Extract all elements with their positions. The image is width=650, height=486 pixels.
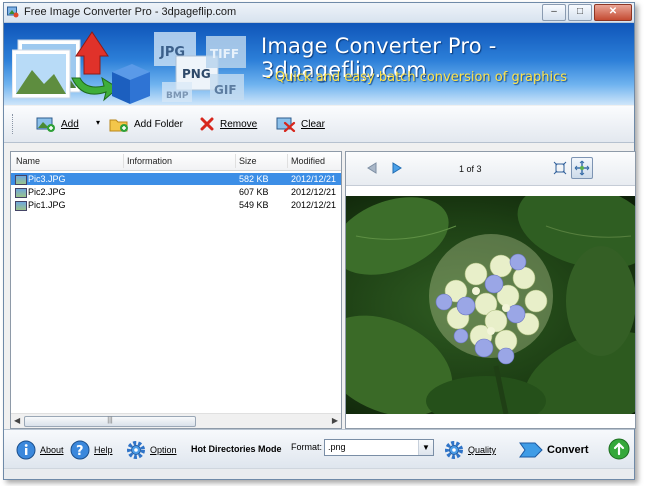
window-title: Free Image Converter Pro - 3dpageflip.co… [24,6,237,18]
hydrangea-photo [346,196,635,414]
file-row[interactable]: Pic2.JPG 607 KB 2012/12/21 [11,186,341,198]
scroll-right-arrow[interactable]: ▶ [332,416,338,425]
file-list-header: Name Information Size Modified [11,152,341,171]
clear-list-icon [276,117,296,132]
scroll-left-arrow[interactable]: ◀ [14,416,20,425]
format-label: Format: [291,442,323,452]
png-badge: PNG [182,67,211,81]
title-bar[interactable]: Free Image Converter Pro - 3dpageflip.co… [4,3,634,23]
column-modified[interactable]: Modified [291,156,325,166]
convert-label: Convert [547,444,589,456]
toolbar: Add ▾ Add Folder Remove Clear [4,106,634,143]
file-size: 582 KB [239,174,269,184]
gear-icon [127,441,145,459]
maximize-button[interactable]: □ [568,4,592,21]
next-image-icon[interactable] [391,162,403,174]
minimize-button[interactable]: – [542,4,566,21]
folder-add-icon [109,119,128,132]
file-name: Pic1.JPG [28,200,66,210]
add-folder-label: Add Folder [134,118,183,130]
file-list-panel[interactable]: Name Information Size Modified Pic3.JPG … [10,151,342,429]
quality-gear-icon [445,441,463,459]
add-folder-button[interactable]: Add Folder [109,115,183,133]
column-name[interactable]: Name [16,156,40,166]
bottom-bar: About ? Help Option Hot Directories Mode… [4,429,634,468]
clear-button[interactable]: Clear [276,115,325,133]
help-button[interactable]: ? Help [70,440,113,460]
close-button[interactable]: ✕ [594,4,632,21]
previous-image-icon[interactable] [366,162,378,174]
app-window: Free Image Converter Pro - 3dpageflip.co… [3,2,636,480]
gif-badge: GIF [214,83,237,97]
viewer-toolbar: 1 of 3 [346,152,635,186]
remove-label: Remove [220,118,258,130]
help-question-icon: ? [70,440,90,460]
option-label: Option [150,445,177,455]
bmp-badge: BMP [166,91,189,101]
add-dropdown-arrow[interactable]: ▾ [96,118,100,127]
file-modified: 2012/12/21 [291,187,337,197]
image-file-icon [15,175,27,185]
help-label: Help [94,445,113,455]
actual-size-button[interactable] [571,157,593,179]
app-icon [7,6,19,18]
column-information[interactable]: Information [127,156,172,166]
svg-text:?: ? [76,444,84,459]
quality-button[interactable]: Quality [444,440,496,460]
file-size: 549 KB [239,200,269,210]
file-row[interactable]: Pic1.JPG 549 KB 2012/12/21 [11,199,341,211]
convert-arrow-icon [519,442,543,458]
file-size: 607 KB [239,187,269,197]
add-image-icon [36,117,55,132]
file-modified: 2012/12/21 [291,174,337,184]
option-button[interactable]: Option [126,440,177,460]
info-icon [16,440,36,460]
file-name: Pic2.JPG [28,187,66,197]
hot-directories-mode-button[interactable]: Hot Directories Mode [191,444,282,454]
banner: JPG PNG TIFF BMP GIF Image Converter Pro… [4,23,634,105]
image-file-icon [15,188,27,198]
chevron-down-icon: ▼ [418,440,433,455]
add-label: Add [61,118,79,130]
scroll-thumb[interactable]: ||| [24,416,196,427]
tiff-badge: TIFF [210,47,239,61]
clear-label: Clear [301,118,325,130]
add-button[interactable]: Add [36,115,79,133]
go-up-icon[interactable] [608,438,630,460]
image-viewer-panel: 1 of 3 [345,151,636,429]
remove-x-icon [200,117,214,131]
banner-subtitle: - Quick and easy batch conversion of gra… [266,70,568,85]
file-row[interactable]: Pic3.JPG 582 KB 2012/12/21 [11,173,341,185]
file-name: Pic3.JPG [28,174,66,184]
toolbar-grip[interactable] [12,114,16,134]
format-select-value: .png [328,442,346,452]
file-modified: 2012/12/21 [291,200,337,210]
page-indicator: 1 of 3 [459,164,482,174]
remove-button[interactable]: Remove [199,115,257,133]
about-label: About [40,445,64,455]
column-size[interactable]: Size [239,156,257,166]
image-preview [346,196,635,414]
quality-label: Quality [468,445,497,455]
status-bar [4,468,634,479]
fit-to-window-icon[interactable] [553,161,567,175]
format-select[interactable]: .png ▼ [324,439,434,456]
horizontal-scrollbar[interactable]: ◀ ||| ▶ [11,413,341,428]
banner-logo-icon: JPG PNG TIFF BMP GIF [12,31,246,104]
convert-button[interactable]: Convert [519,440,589,460]
actual-size-icon [574,160,590,176]
image-file-icon [15,201,27,211]
about-button[interactable]: About [16,440,64,460]
